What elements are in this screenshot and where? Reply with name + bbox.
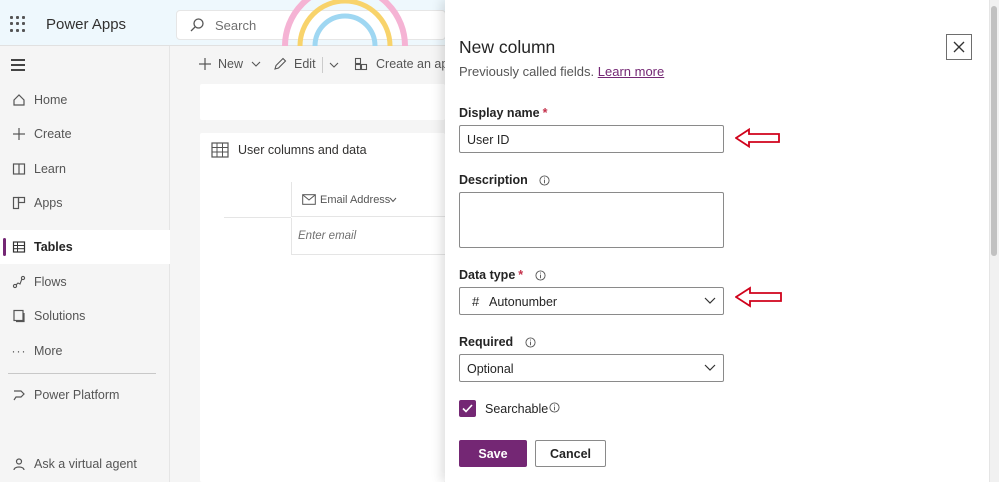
info-icon[interactable] — [549, 402, 560, 413]
info-icon[interactable] — [535, 270, 546, 281]
required-marker: * — [542, 106, 548, 120]
required-value: Optional — [467, 362, 514, 376]
edit-dropdown[interactable] — [322, 57, 339, 73]
description-label-text: Description — [459, 173, 528, 187]
create-app-label: Create an app — [376, 57, 456, 71]
search-placeholder: Search — [215, 18, 257, 33]
display-name-input[interactable]: User ID — [459, 125, 724, 153]
sidebar-item-label: Power Platform — [34, 388, 120, 402]
home-icon — [10, 91, 28, 109]
hamburger-menu-icon[interactable] — [11, 59, 25, 74]
more-icon: ··· — [11, 344, 27, 358]
info-icon[interactable] — [525, 337, 536, 348]
column-header-label: Email Address — [320, 194, 391, 206]
number-icon: # — [472, 294, 480, 309]
solutions-icon — [10, 307, 28, 325]
decorative-rainbow — [282, 0, 408, 46]
chevron-down-icon — [704, 297, 716, 304]
sidebar-divider — [8, 373, 156, 374]
annotation-arrow — [735, 128, 780, 148]
display-name-value: User ID — [467, 133, 510, 147]
sidebar-item-label: Create — [34, 127, 72, 141]
table-icon — [211, 142, 229, 158]
table-icon — [10, 238, 28, 256]
app-title[interactable]: Power Apps — [46, 16, 126, 33]
row-divider — [224, 217, 291, 218]
sidebar-item-tables[interactable]: Tables — [0, 230, 170, 264]
app-launcher-icon[interactable] — [10, 16, 26, 32]
sidebar-item-create[interactable]: Create — [0, 117, 170, 151]
data-type-label-text: Data type — [459, 268, 516, 282]
table-card-title: User columns and data — [238, 143, 367, 157]
sidebar-item-flows[interactable]: Flows — [0, 265, 170, 299]
save-button[interactable]: Save — [459, 440, 527, 467]
agent-icon — [10, 455, 28, 473]
panel-title: New column — [459, 37, 556, 57]
command-bar: New Edit Create an app — [170, 46, 455, 84]
required-dropdown[interactable]: Optional — [459, 354, 724, 382]
sidebar-item-label: Home — [34, 93, 68, 107]
email-cell-placeholder: Enter email — [298, 230, 357, 242]
required-label: Required — [459, 335, 536, 349]
description-label: Description — [459, 173, 550, 187]
description-textarea[interactable] — [459, 192, 724, 248]
searchable-label: Searchable — [485, 402, 549, 416]
search-icon — [190, 18, 204, 32]
sidebar-item-power-platform[interactable]: Power Platform — [0, 378, 170, 412]
display-name-label-text: Display name — [459, 106, 540, 120]
display-name-label: Display name * — [459, 106, 547, 120]
sidebar-item-label: Learn — [34, 162, 66, 176]
summary-card — [200, 84, 445, 120]
new-label: New — [218, 57, 244, 71]
data-type-label: Data type * — [459, 268, 546, 282]
annotation-arrow — [735, 286, 782, 308]
column-header-email[interactable]: Email Address — [291, 182, 445, 217]
book-icon — [10, 160, 28, 178]
sidebar-item-label: More — [34, 344, 63, 358]
required-marker: * — [518, 268, 524, 282]
info-icon[interactable] — [539, 175, 550, 186]
required-label-text: Required — [459, 335, 514, 349]
chevron-down-icon — [389, 197, 397, 203]
close-button[interactable] — [946, 34, 972, 60]
edit-button[interactable]: Edit — [273, 57, 316, 71]
sidebar-item-apps[interactable]: Apps — [0, 186, 170, 220]
plus-icon — [199, 58, 211, 70]
sidebar-item-solutions[interactable]: Solutions — [0, 299, 170, 333]
scrollbar-thumb[interactable] — [991, 6, 997, 256]
sidebar-item-label: Solutions — [34, 309, 86, 323]
data-type-dropdown[interactable]: # Autonumber — [459, 287, 724, 315]
cancel-button[interactable]: Cancel — [535, 440, 606, 467]
sidebar-item-label: Tables — [34, 240, 73, 254]
apps-icon — [10, 194, 28, 212]
close-icon — [953, 41, 965, 53]
sidebar-item-learn[interactable]: Learn — [0, 152, 170, 186]
mail-icon — [302, 194, 316, 205]
data-type-value: Autonumber — [489, 295, 558, 309]
apps-icon — [354, 57, 368, 71]
power-platform-icon — [10, 386, 28, 404]
learn-more-link[interactable]: Learn more — [598, 64, 664, 79]
pencil-icon — [274, 57, 287, 70]
chevron-down-icon — [329, 62, 339, 68]
searchable-checkbox[interactable] — [459, 400, 476, 417]
sidebar-item-virtual-agent[interactable]: Ask a virtual agent — [0, 447, 170, 481]
email-cell[interactable]: Enter email — [291, 218, 445, 255]
new-button[interactable]: New — [198, 57, 261, 71]
create-app-button[interactable]: Create an app — [354, 57, 455, 71]
flow-icon — [10, 273, 28, 291]
plus-icon — [10, 125, 28, 143]
sidebar-item-home[interactable]: Home — [0, 83, 170, 117]
edit-label: Edit — [294, 57, 316, 71]
sidebar-item-label: Ask a virtual agent — [34, 457, 137, 471]
panel-subtitle: Previously called fields. Learn more — [459, 64, 664, 79]
chevron-down-icon — [704, 364, 716, 371]
sidebar-item-label: Flows — [34, 275, 67, 289]
sidebar-item-more[interactable]: ··· More — [0, 334, 170, 368]
panel-subtitle-text: Previously called fields. — [459, 64, 595, 79]
sidebar-item-label: Apps — [34, 196, 63, 210]
chevron-down-icon — [251, 61, 261, 67]
checkmark-icon — [462, 404, 473, 413]
